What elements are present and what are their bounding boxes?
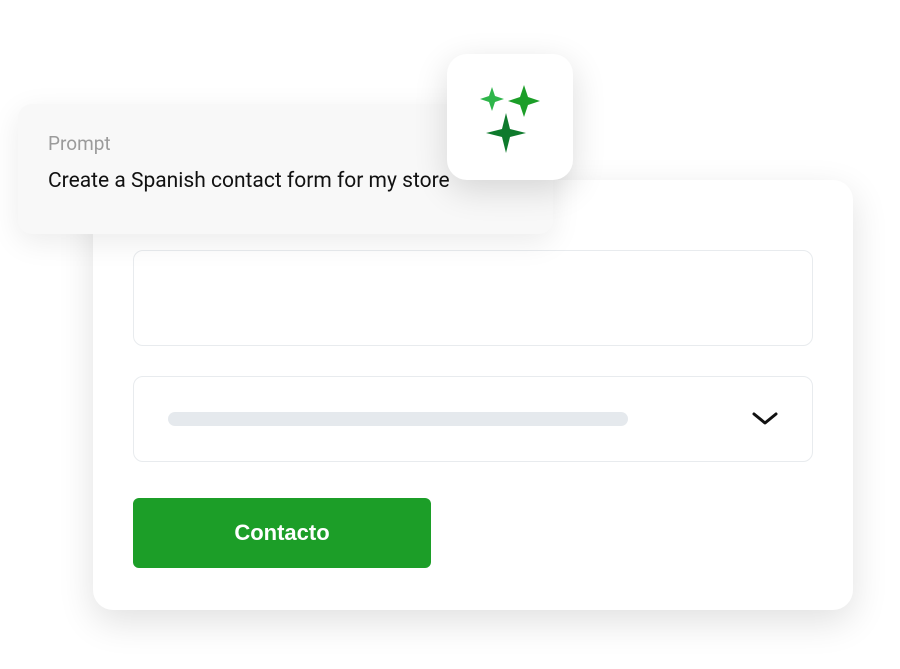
text-input[interactable] (133, 250, 813, 346)
submit-button[interactable]: Contacto (133, 498, 431, 568)
ai-badge (447, 54, 573, 180)
form-card: Contacto (93, 180, 853, 610)
select-input[interactable] (133, 376, 813, 462)
sparkles-icon (474, 81, 546, 153)
chevron-down-icon (752, 412, 778, 426)
select-placeholder (168, 412, 628, 426)
